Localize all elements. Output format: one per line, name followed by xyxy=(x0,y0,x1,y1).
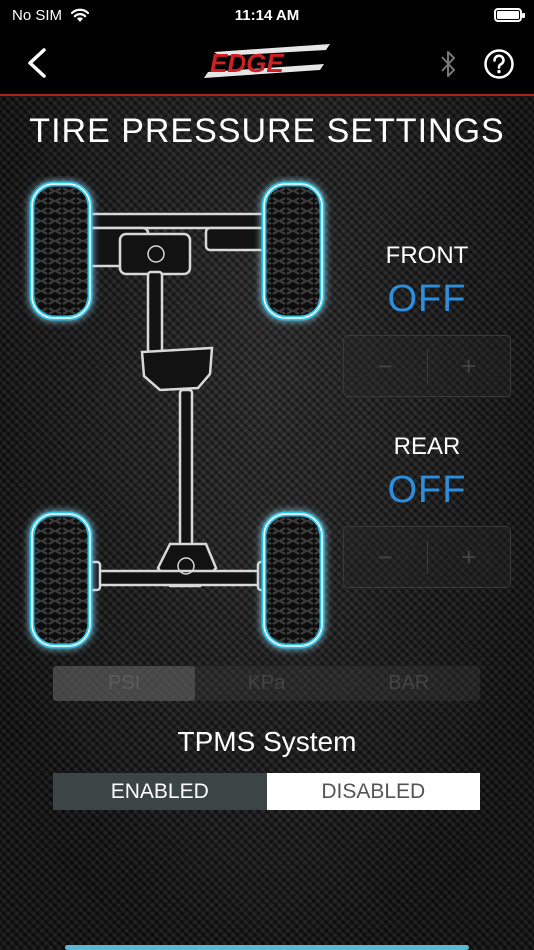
rear-stepper: − + xyxy=(343,526,511,588)
unit-bar-segment[interactable]: BAR xyxy=(338,666,480,701)
unit-kpa-segment[interactable]: KPa xyxy=(195,666,337,701)
front-value: OFF xyxy=(387,278,467,320)
help-icon[interactable] xyxy=(483,48,515,80)
tire-front-right xyxy=(261,181,325,321)
tpms-disabled-option[interactable]: DISABLED xyxy=(266,773,480,810)
front-stepper: − + xyxy=(343,335,511,397)
tire-front-left xyxy=(29,181,93,321)
back-chevron-icon[interactable] xyxy=(22,46,52,80)
battery-icon xyxy=(494,8,525,22)
rear-increment-button[interactable]: + xyxy=(428,527,511,587)
tire-rear-right xyxy=(261,511,325,649)
tire-rear-left xyxy=(29,511,93,649)
status-bar: No SIM 11:14 AM xyxy=(0,0,534,30)
bluetooth-icon[interactable] xyxy=(436,48,460,80)
home-indicator xyxy=(65,945,469,950)
front-increment-button[interactable]: + xyxy=(428,336,511,396)
tpms-enabled-option[interactable]: ENABLED xyxy=(53,773,267,810)
tpms-label: TPMS System xyxy=(177,726,357,757)
status-time: 11:14 AM xyxy=(234,6,300,24)
nav-bar: EDGE xyxy=(0,30,534,96)
front-label: FRONT xyxy=(385,242,469,269)
rear-value: OFF xyxy=(387,469,467,511)
rear-label: REAR xyxy=(393,433,461,460)
rear-decrement-button[interactable]: − xyxy=(344,527,427,587)
page-title: TIRE PRESSURE SETTINGS xyxy=(29,112,505,150)
units-segmented-control: PSI KPa BAR xyxy=(53,666,480,701)
chassis-diagram xyxy=(29,181,325,649)
logo-text: EDGE xyxy=(210,48,284,78)
unit-psi-segment[interactable]: PSI xyxy=(53,666,196,701)
tpms-toggle: ENABLED DISABLED xyxy=(53,773,480,810)
front-decrement-button[interactable]: − xyxy=(344,336,427,396)
edge-logo: EDGE xyxy=(204,44,330,78)
